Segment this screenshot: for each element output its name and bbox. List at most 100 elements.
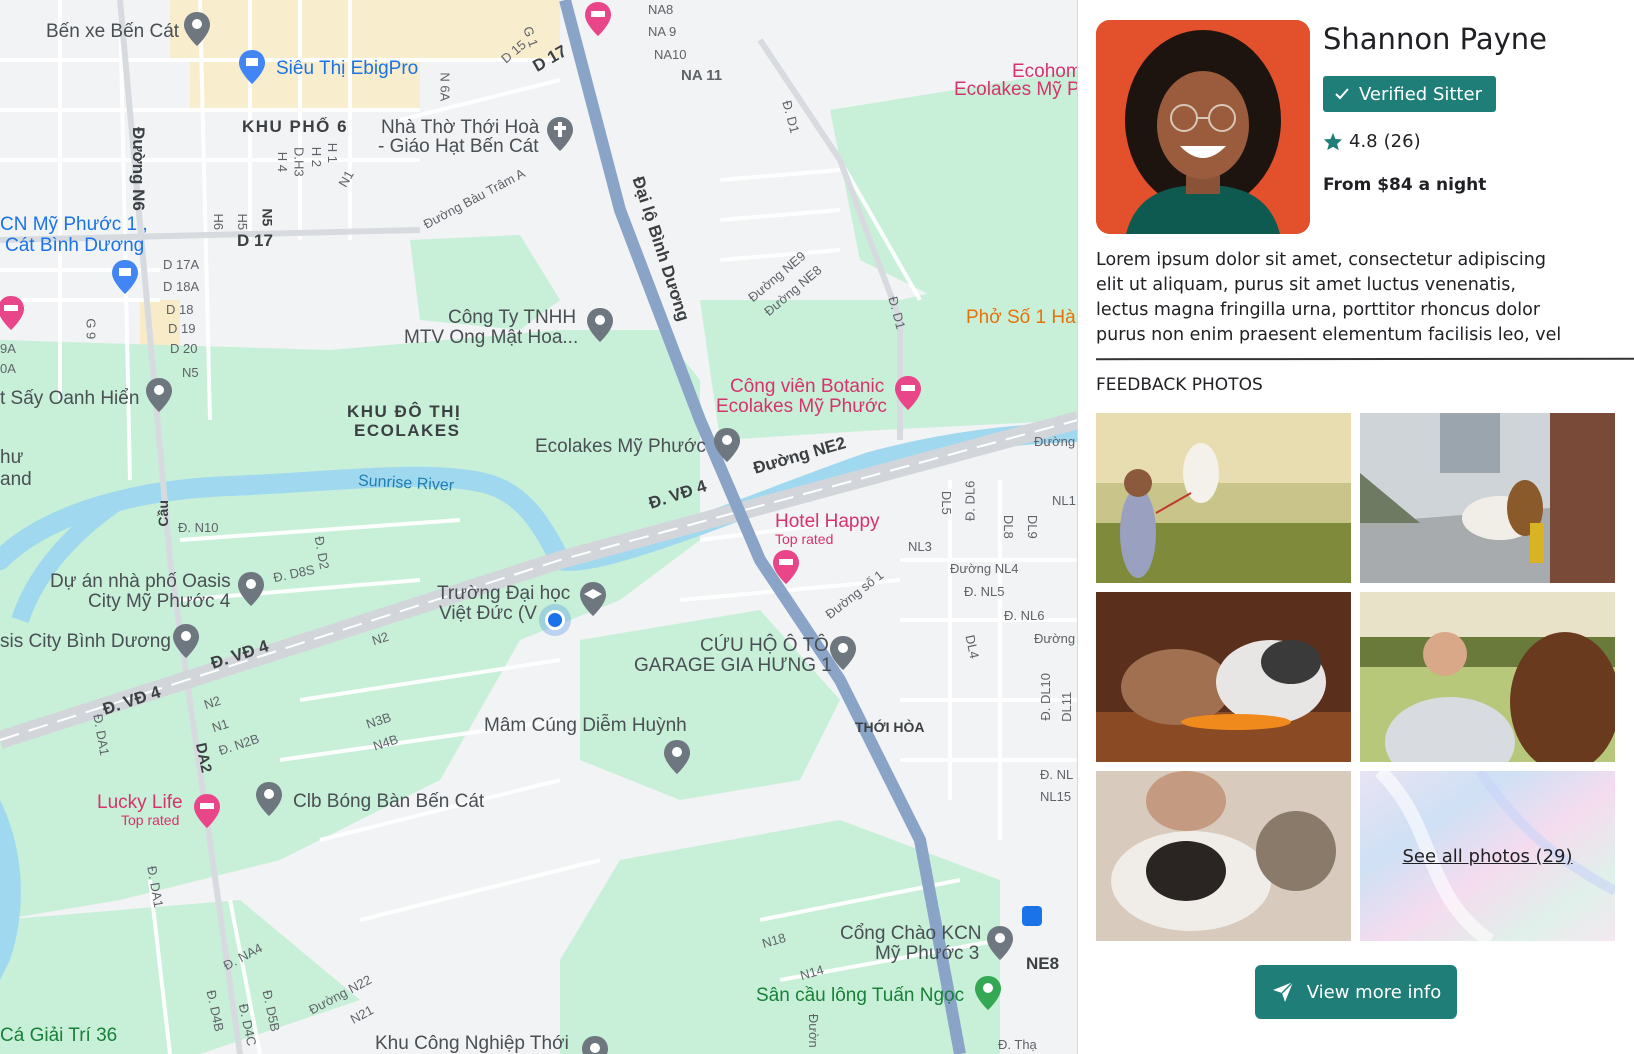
- map-label: D 19: [168, 321, 196, 336]
- hotel-pin-icon[interactable]: [192, 792, 222, 830]
- map-label: Đ. DL10: [1038, 672, 1054, 721]
- map-label: D 20: [170, 341, 198, 356]
- map-label: Đ. DL6: [962, 480, 978, 522]
- sitter-bio: Lorem ipsum dolor sit amet, consectetur …: [1096, 250, 1562, 345]
- map-label[interactable]: t Sấy Oanh Hiển: [0, 389, 139, 409]
- feedback-photo[interactable]: [1096, 771, 1351, 941]
- map-label[interactable]: Nhà Thờ Thới Hoà: [381, 118, 539, 138]
- map-label: N 6A: [437, 72, 453, 102]
- map-label: DL9: [1024, 514, 1040, 539]
- map-label: H 4: [274, 151, 290, 172]
- map-label[interactable]: CN Mỹ Phước 1 ,: [0, 215, 148, 235]
- map-label[interactable]: Sân cầu lông Tuấn Ngọc: [756, 986, 964, 1006]
- map-label[interactable]: CỨU HỘ Ô TÔ: [700, 636, 829, 656]
- bus-stop-icon[interactable]: [1022, 906, 1042, 926]
- hotel-pin-icon[interactable]: [771, 548, 801, 586]
- map-label: 0A: [0, 361, 16, 376]
- map-label[interactable]: Clb Bóng Bàn Bến Cát: [293, 792, 484, 812]
- feedback-photo[interactable]: [1360, 592, 1615, 762]
- feedback-photo[interactable]: [1096, 592, 1351, 762]
- map-pin-icon[interactable]: [828, 634, 858, 672]
- map-label: Top rated: [121, 812, 180, 828]
- map-label: Đ. Thạ: [998, 1037, 1037, 1052]
- map-label: Top rated: [775, 531, 834, 547]
- feedback-photo[interactable]: [1096, 413, 1351, 583]
- school-pin-icon[interactable]: [578, 580, 608, 618]
- map-pin-icon[interactable]: [171, 622, 201, 660]
- sitter-panel: Shannon Payne Verified Sitter 4.8 (26) F…: [1078, 0, 1634, 1054]
- map-label[interactable]: Hotel Happy: [775, 512, 880, 532]
- map-label[interactable]: MTV Ong Mật Hoa...: [404, 328, 578, 348]
- sports-pin-icon[interactable]: [973, 974, 1003, 1012]
- shopping-pin-icon[interactable]: [237, 48, 267, 86]
- map-label: NL3: [908, 539, 932, 554]
- map-label: NA 9: [648, 24, 677, 39]
- map-label[interactable]: Công viên Botanic: [730, 377, 884, 397]
- price: From $84 a night: [1323, 175, 1487, 195]
- map-pin-icon[interactable]: [254, 780, 284, 818]
- map-label[interactable]: Lucky Life: [97, 793, 183, 813]
- feedback-photo-image: [1360, 592, 1615, 762]
- map-label[interactable]: Phở Số 1 Hà: [966, 308, 1076, 328]
- check-icon: [1335, 88, 1349, 100]
- map-label: DL5: [938, 490, 954, 515]
- view-more-info-button[interactable]: View more info: [1255, 965, 1457, 1019]
- feedback-photo[interactable]: [1360, 413, 1615, 583]
- map-label[interactable]: Dự án nhà phố Oasis: [50, 572, 231, 592]
- map-label: H6: [211, 213, 227, 231]
- map-label[interactable]: Siêu Thị EbigPro: [276, 59, 418, 79]
- shopping-pin-icon[interactable]: [110, 258, 140, 296]
- map-label: H 1: [324, 142, 340, 163]
- see-all-photos-tile[interactable]: See all photos (29): [1360, 771, 1615, 941]
- map-label: NA 11: [681, 67, 723, 84]
- map-label[interactable]: City Mỹ Phước 4: [88, 592, 230, 612]
- feedback-photo-image: [1360, 413, 1615, 583]
- map-label: D 18A: [163, 279, 200, 294]
- map-label[interactable]: Khu Công Nghiệp Thới: [375, 1034, 569, 1054]
- map-label[interactable]: Ecolakes Mỹ Phước: [535, 437, 706, 457]
- hotel-pin-icon[interactable]: [583, 0, 613, 38]
- map-label[interactable]: Cá Giải Trí 36: [0, 1026, 117, 1046]
- map-label[interactable]: Cổng Chào KCN: [840, 924, 982, 944]
- rating: 4.8 (26): [1323, 131, 1421, 152]
- map-pin-icon[interactable]: [144, 376, 174, 414]
- map-pin-icon[interactable]: [662, 738, 692, 776]
- map-label[interactable]: - Giáo Hạt Bến Cát: [378, 137, 539, 157]
- map-label[interactable]: Trường Đại học: [437, 584, 570, 604]
- map-label[interactable]: Mỹ Phước 3: [875, 944, 979, 964]
- hotel-pin-icon[interactable]: [0, 294, 26, 332]
- map-view[interactable]: Bến xe Bến Cát Siêu Thị EbigPro KHU PHỐ …: [0, 0, 1078, 1054]
- map-label: ECOLAKES: [354, 421, 461, 440]
- map-pin-icon[interactable]: [985, 924, 1015, 962]
- review-count: (26): [1383, 131, 1421, 152]
- map-pin-icon[interactable]: [580, 1034, 610, 1054]
- map-label[interactable]: Ecolakes Mỹ P: [954, 80, 1078, 100]
- view-more-info-label: View more info: [1306, 981, 1442, 1003]
- map-label: Đ. NL6: [1004, 608, 1045, 623]
- map-label[interactable]: GARAGE GIA HƯNG 1: [634, 656, 832, 676]
- map-label[interactable]: Mâm Cúng Diễm Huỳnh: [484, 716, 687, 736]
- map-label[interactable]: Cát Bình Dương: [5, 236, 144, 256]
- map-pin-icon[interactable]: [236, 570, 266, 608]
- map-label[interactable]: sis City Bình Dương: [0, 632, 171, 652]
- avatar[interactable]: [1096, 20, 1310, 234]
- map-label[interactable]: Bến xe Bến Cát: [46, 22, 179, 42]
- map-label[interactable]: Việt Đức (V: [439, 604, 537, 624]
- map-label: N5: [182, 365, 199, 380]
- avatar-image: [1096, 20, 1310, 234]
- see-all-photos-link[interactable]: See all photos (29): [1360, 771, 1615, 941]
- map-label: Đ. NL5: [964, 584, 1005, 599]
- map-label[interactable]: Công Ty TNHH: [448, 308, 576, 328]
- map-label: KHU PHỐ 6: [242, 117, 349, 136]
- map-pin-icon[interactable]: [182, 10, 212, 48]
- map-pin-icon[interactable]: [712, 426, 742, 464]
- current-location-dot: [545, 610, 565, 630]
- hotel-pin-icon[interactable]: [893, 374, 923, 412]
- map-label[interactable]: Ecolakes Mỹ Phước: [716, 397, 887, 417]
- church-pin-icon[interactable]: [545, 115, 575, 153]
- map-label: hư: [0, 447, 24, 468]
- verified-badge: Verified Sitter: [1323, 76, 1496, 112]
- map-pin-icon[interactable]: [585, 306, 615, 344]
- send-icon: [1272, 981, 1294, 1002]
- map-label: THỚI HÒA: [855, 719, 925, 735]
